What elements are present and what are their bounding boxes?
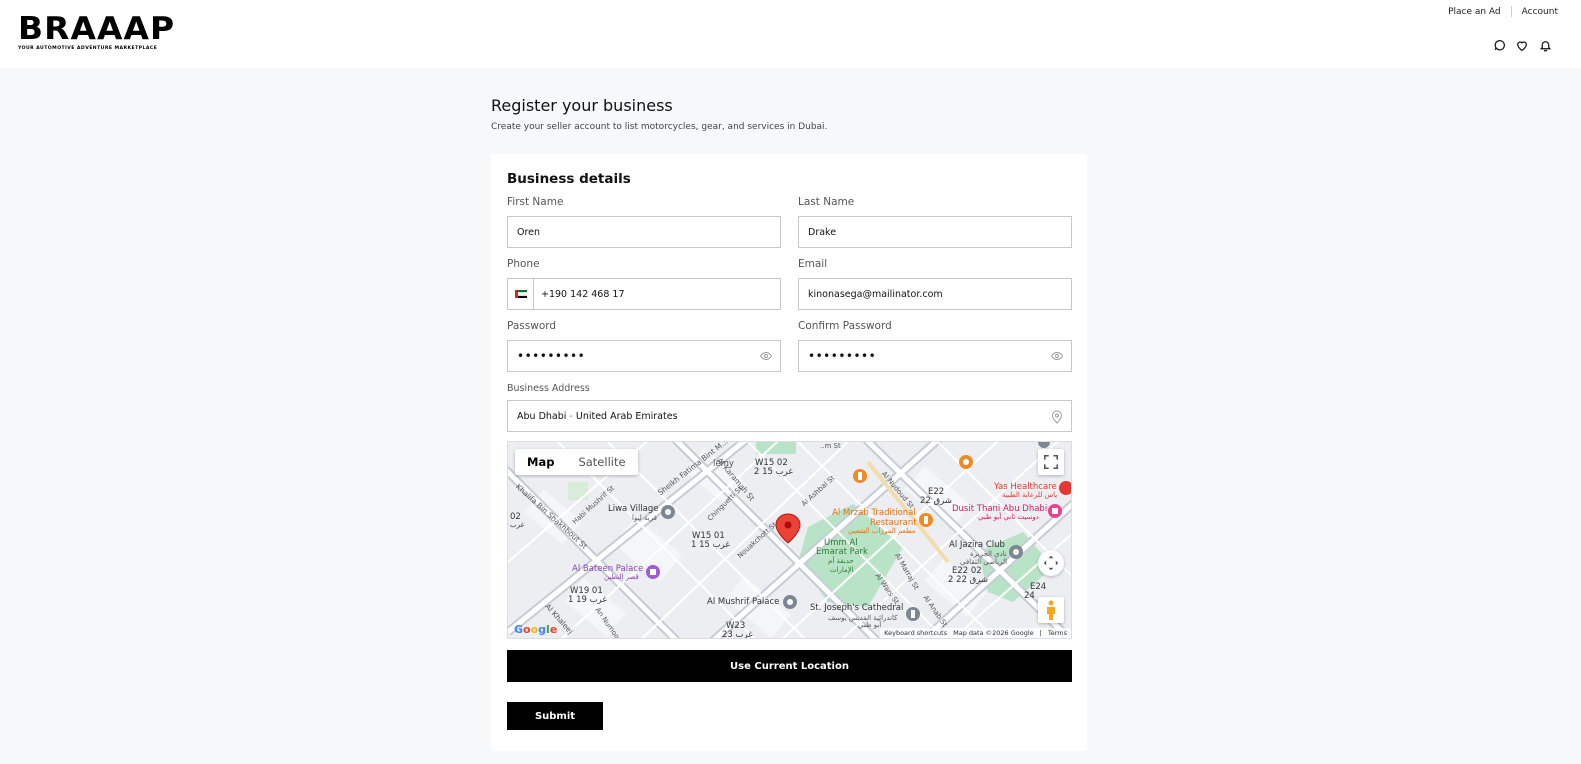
keyboard-shortcuts-link[interactable]: Keyboard shortcuts <box>884 629 947 637</box>
confirm-password-value: ••••••••• <box>808 349 877 363</box>
map-attribution: Keyboard shortcuts Map data ©2026 Google… <box>880 628 1071 638</box>
map-label-02-b: غرب <box>510 521 525 529</box>
map-type-toggle: Map Satellite <box>515 449 638 475</box>
map-label-park-ar: حديقة أم <box>828 557 854 565</box>
top-links: Place an Ad Account <box>1448 6 1558 17</box>
business-address-label: Business Address <box>507 383 590 394</box>
address-city: Abu Dhabi <box>517 410 567 422</box>
map-label-w15-01-b: 1 15 غرب <box>691 540 730 550</box>
map-label-mrzab: Al Mrzab Traditional <box>832 508 916 518</box>
street-view-pegman-button[interactable] <box>1038 597 1064 623</box>
street-label-m: ..m St <box>820 442 841 450</box>
map-tab-satellite[interactable]: Satellite <box>566 449 637 475</box>
password-input[interactable]: ••••••••• <box>507 340 781 372</box>
top-header: BRAAAP YOUR AUTOMOTIVE ADVENTURE MARKETP… <box>0 0 1581 68</box>
map-label-w23-b: 23 غرب <box>722 630 753 639</box>
attribution-separator: | <box>1039 629 1042 637</box>
location-pin-icon[interactable] <box>1051 410 1063 424</box>
map-label-bateen-ar: قصر البطين <box>604 573 639 581</box>
show-password-eye-icon[interactable] <box>760 351 772 361</box>
last-name-label: Last Name <box>798 196 855 208</box>
email-label: Email <box>798 258 828 270</box>
email-input[interactable]: kinonasega@mailinator.com <box>798 278 1072 310</box>
logo-wordmark: BRAAAP <box>18 11 176 47</box>
business-address-input[interactable]: Abu Dhabi - United Arab Emirates <box>507 400 1072 432</box>
last-name-value: Drake <box>808 226 837 238</box>
page-title: Register your business <box>491 96 673 115</box>
page-subtitle: Create your seller account to list motor… <box>491 122 828 132</box>
submit-button[interactable]: Submit <box>507 702 603 730</box>
country-code-selector[interactable] <box>508 279 534 309</box>
map-label-jazira: Al Jazira Club <box>949 540 1005 550</box>
address-map[interactable]: Liwa Village قرية ليوا Al Bateen Palace … <box>507 441 1072 639</box>
map-label-mushrif-palace: Al Mushrif Palace <box>707 597 780 607</box>
map-label-dusit-ar: دوسيت ثاني أبو ظبي <box>978 513 1039 521</box>
last-name-input[interactable]: Drake <box>798 216 1072 248</box>
map-label-jazira-ar-2: الرياضي الثقافي <box>960 558 1008 566</box>
camera-control-button[interactable] <box>1038 550 1064 576</box>
chat-icon[interactable] <box>1492 38 1506 52</box>
map-data-text: Map data ©2026 Google <box>953 629 1034 637</box>
map-label-joseph: St. Joseph's Cathedral <box>810 603 904 613</box>
terms-link[interactable]: Terms <box>1048 629 1067 637</box>
uae-flag-icon <box>514 290 527 298</box>
show-confirm-password-eye-icon[interactable] <box>1051 351 1063 361</box>
address-country: United Arab Emirates <box>575 410 678 422</box>
place-ad-link[interactable]: Place an Ad <box>1448 7 1501 17</box>
phone-input[interactable]: +190 142 468 17 <box>507 278 781 310</box>
map-label-w19-01-b: 1 19 غرب <box>568 595 607 605</box>
confirm-password-input[interactable]: ••••••••• <box>798 340 1072 372</box>
map-tab-map[interactable]: Map <box>515 449 566 475</box>
header-icons <box>1492 38 1552 52</box>
business-details-card: Business details First Name Oren Last Na… <box>491 154 1087 751</box>
map-label-liwa: Liwa Village <box>608 504 659 514</box>
confirm-password-label: Confirm Password <box>798 320 892 332</box>
password-value: ••••••••• <box>517 349 586 363</box>
bell-icon[interactable] <box>1538 38 1552 52</box>
account-link[interactable]: Account <box>1522 7 1558 17</box>
map-label-park-2: Emarat Park <box>816 547 868 557</box>
section-title: Business details <box>507 171 631 187</box>
link-divider <box>1510 6 1512 17</box>
first-name-label: First Name <box>507 196 564 208</box>
address-separator: - <box>566 410 576 422</box>
map-label-joseph-ar-2: أبو ظبي <box>858 621 882 629</box>
fullscreen-icon <box>1044 455 1058 469</box>
map-label-w15-02-b: 2 15 غرب <box>754 467 793 477</box>
map-label-jazira-ar: نادي الجزيرة <box>970 550 1007 558</box>
map-label-e24-b: 24 <box>1024 591 1035 601</box>
password-label: Password <box>507 320 557 332</box>
google-logo: Google <box>514 623 558 636</box>
heart-icon[interactable] <box>1515 38 1529 52</box>
map-label-e22-02-b: 2 22 شرق <box>948 575 989 585</box>
pegman-icon <box>1047 600 1055 620</box>
camera-move-icon <box>1043 555 1059 571</box>
map-label-liwa-ar: قرية ليوا <box>632 514 657 522</box>
use-current-location-button[interactable]: Use Current Location <box>507 650 1072 682</box>
map-label-park-ar-2: الإمارات <box>830 566 854 574</box>
first-name-input[interactable]: Oren <box>507 216 781 248</box>
phone-label: Phone <box>507 258 540 270</box>
fullscreen-button[interactable] <box>1038 449 1064 475</box>
first-name-value: Oren <box>517 226 541 238</box>
map-label-mrzab-ar: مطعم المرزاب الشعبي <box>848 527 916 535</box>
map-label-e22-b: شرق 22 <box>920 496 952 506</box>
phone-value: +190 142 468 17 <box>541 288 625 300</box>
email-value: kinonasega@mailinator.com <box>808 288 943 300</box>
map-label-yas-ar: ياس للرعاية الطبية <box>1002 491 1058 499</box>
braaap-logo[interactable]: BRAAAP YOUR AUTOMOTIVE ADVENTURE MARKETP… <box>18 14 174 52</box>
